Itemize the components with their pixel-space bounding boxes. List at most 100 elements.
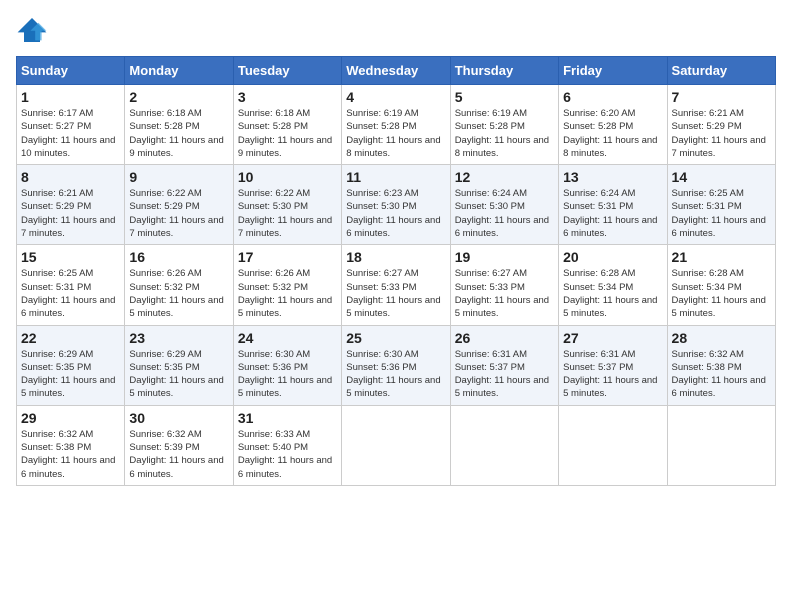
day-info: Sunrise: 6:32 AMSunset: 5:38 PMDaylight:… (672, 348, 771, 401)
weekday-header-row: SundayMondayTuesdayWednesdayThursdayFrid… (17, 57, 776, 85)
day-info: Sunrise: 6:25 AMSunset: 5:31 PMDaylight:… (21, 267, 120, 320)
day-number: 26 (455, 330, 554, 346)
weekday-header: Tuesday (233, 57, 341, 85)
calendar-cell (559, 405, 667, 485)
calendar-cell: 14 Sunrise: 6:25 AMSunset: 5:31 PMDayligh… (667, 165, 775, 245)
day-info: Sunrise: 6:29 AMSunset: 5:35 PMDaylight:… (21, 348, 120, 401)
day-number: 23 (129, 330, 228, 346)
day-info: Sunrise: 6:26 AMSunset: 5:32 PMDaylight:… (129, 267, 228, 320)
weekday-header: Wednesday (342, 57, 450, 85)
day-number: 28 (672, 330, 771, 346)
day-info: Sunrise: 6:30 AMSunset: 5:36 PMDaylight:… (238, 348, 337, 401)
calendar-week-row: 15 Sunrise: 6:25 AMSunset: 5:31 PMDayligh… (17, 245, 776, 325)
calendar-cell: 8 Sunrise: 6:21 AMSunset: 5:29 PMDaylight… (17, 165, 125, 245)
day-info: Sunrise: 6:20 AMSunset: 5:28 PMDaylight:… (563, 107, 662, 160)
day-number: 24 (238, 330, 337, 346)
day-number: 2 (129, 89, 228, 105)
calendar-cell: 18Sunrise: 6:27 AMSunset: 5:33 PMDayligh… (342, 245, 450, 325)
day-number: 1 (21, 89, 120, 105)
calendar-cell (342, 405, 450, 485)
day-number: 17 (238, 249, 337, 265)
calendar-cell: 29Sunrise: 6:32 AMSunset: 5:38 PMDayligh… (17, 405, 125, 485)
day-number: 19 (455, 249, 554, 265)
calendar-cell: 21 Sunrise: 6:28 AMSunset: 5:34 PMDayligh… (667, 245, 775, 325)
calendar-week-row: 29Sunrise: 6:32 AMSunset: 5:38 PMDayligh… (17, 405, 776, 485)
day-number: 14 (672, 169, 771, 185)
day-number: 12 (455, 169, 554, 185)
day-info: Sunrise: 6:28 AMSunset: 5:34 PMDaylight:… (672, 267, 771, 320)
day-number: 22 (21, 330, 120, 346)
weekday-header: Monday (125, 57, 233, 85)
day-info: Sunrise: 6:30 AMSunset: 5:36 PMDaylight:… (346, 348, 445, 401)
logo-icon (16, 16, 48, 44)
calendar-cell: 12 Sunrise: 6:24 AMSunset: 5:30 PMDayligh… (450, 165, 558, 245)
day-info: Sunrise: 6:27 AMSunset: 5:33 PMDaylight:… (455, 267, 554, 320)
day-info: Sunrise: 6:24 AMSunset: 5:31 PMDaylight:… (563, 187, 662, 240)
calendar-cell: 27 Sunrise: 6:31 AMSunset: 5:37 PMDayligh… (559, 325, 667, 405)
calendar-cell: 16 Sunrise: 6:26 AMSunset: 5:32 PMDayligh… (125, 245, 233, 325)
calendar-cell: 15 Sunrise: 6:25 AMSunset: 5:31 PMDayligh… (17, 245, 125, 325)
weekday-header: Friday (559, 57, 667, 85)
calendar-cell: 19 Sunrise: 6:27 AMSunset: 5:33 PMDayligh… (450, 245, 558, 325)
day-info: Sunrise: 6:22 AMSunset: 5:30 PMDaylight:… (238, 187, 337, 240)
day-number: 27 (563, 330, 662, 346)
day-info: Sunrise: 6:18 AMSunset: 5:28 PMDaylight:… (238, 107, 337, 160)
day-info: Sunrise: 6:21 AMSunset: 5:29 PMDaylight:… (21, 187, 120, 240)
calendar-cell: 4Sunrise: 6:19 AMSunset: 5:28 PMDaylight… (342, 85, 450, 165)
day-number: 30 (129, 410, 228, 426)
day-number: 16 (129, 249, 228, 265)
day-info: Sunrise: 6:19 AMSunset: 5:28 PMDaylight:… (455, 107, 554, 160)
day-info: Sunrise: 6:17 AMSunset: 5:27 PMDaylight:… (21, 107, 120, 160)
calendar-cell: 17 Sunrise: 6:26 AMSunset: 5:32 PMDayligh… (233, 245, 341, 325)
logo (16, 16, 52, 44)
calendar-cell: 23 Sunrise: 6:29 AMSunset: 5:35 PMDayligh… (125, 325, 233, 405)
day-number: 7 (672, 89, 771, 105)
calendar-week-row: 1 Sunrise: 6:17 AMSunset: 5:27 PMDaylight… (17, 85, 776, 165)
weekday-header: Saturday (667, 57, 775, 85)
day-info: Sunrise: 6:29 AMSunset: 5:35 PMDaylight:… (129, 348, 228, 401)
day-number: 21 (672, 249, 771, 265)
day-info: Sunrise: 6:32 AMSunset: 5:39 PMDaylight:… (129, 428, 228, 481)
day-number: 29 (21, 410, 120, 426)
calendar-week-row: 8 Sunrise: 6:21 AMSunset: 5:29 PMDaylight… (17, 165, 776, 245)
day-info: Sunrise: 6:33 AMSunset: 5:40 PMDaylight:… (238, 428, 337, 481)
day-number: 15 (21, 249, 120, 265)
day-number: 4 (346, 89, 445, 105)
weekday-header: Thursday (450, 57, 558, 85)
calendar-week-row: 22 Sunrise: 6:29 AMSunset: 5:35 PMDayligh… (17, 325, 776, 405)
day-number: 9 (129, 169, 228, 185)
day-number: 8 (21, 169, 120, 185)
calendar-cell: 26Sunrise: 6:31 AMSunset: 5:37 PMDayligh… (450, 325, 558, 405)
day-info: Sunrise: 6:22 AMSunset: 5:29 PMDaylight:… (129, 187, 228, 240)
day-number: 20 (563, 249, 662, 265)
day-number: 13 (563, 169, 662, 185)
calendar-cell: 31Sunrise: 6:33 AMSunset: 5:40 PMDayligh… (233, 405, 341, 485)
calendar-cell: 30 Sunrise: 6:32 AMSunset: 5:39 PMDayligh… (125, 405, 233, 485)
calendar-cell: 9 Sunrise: 6:22 AMSunset: 5:29 PMDaylight… (125, 165, 233, 245)
calendar-cell: 24 Sunrise: 6:30 AMSunset: 5:36 PMDayligh… (233, 325, 341, 405)
calendar-cell: 10 Sunrise: 6:22 AMSunset: 5:30 PMDayligh… (233, 165, 341, 245)
calendar-cell: 5 Sunrise: 6:19 AMSunset: 5:28 PMDaylight… (450, 85, 558, 165)
calendar-cell: 22 Sunrise: 6:29 AMSunset: 5:35 PMDayligh… (17, 325, 125, 405)
calendar-cell: 1 Sunrise: 6:17 AMSunset: 5:27 PMDaylight… (17, 85, 125, 165)
day-number: 5 (455, 89, 554, 105)
calendar-cell: 20Sunrise: 6:28 AMSunset: 5:34 PMDayligh… (559, 245, 667, 325)
day-number: 3 (238, 89, 337, 105)
calendar-cell (450, 405, 558, 485)
weekday-header: Sunday (17, 57, 125, 85)
day-info: Sunrise: 6:27 AMSunset: 5:33 PMDaylight:… (346, 267, 445, 320)
day-info: Sunrise: 6:31 AMSunset: 5:37 PMDaylight:… (563, 348, 662, 401)
day-number: 25 (346, 330, 445, 346)
calendar-cell: 25 Sunrise: 6:30 AMSunset: 5:36 PMDayligh… (342, 325, 450, 405)
day-number: 10 (238, 169, 337, 185)
calendar-table: SundayMondayTuesdayWednesdayThursdayFrid… (16, 56, 776, 486)
day-number: 11 (346, 169, 445, 185)
day-info: Sunrise: 6:26 AMSunset: 5:32 PMDaylight:… (238, 267, 337, 320)
day-info: Sunrise: 6:18 AMSunset: 5:28 PMDaylight:… (129, 107, 228, 160)
calendar-cell: 2 Sunrise: 6:18 AMSunset: 5:28 PMDaylight… (125, 85, 233, 165)
day-info: Sunrise: 6:23 AMSunset: 5:30 PMDaylight:… (346, 187, 445, 240)
calendar-cell: 11 Sunrise: 6:23 AMSunset: 5:30 PMDayligh… (342, 165, 450, 245)
day-info: Sunrise: 6:24 AMSunset: 5:30 PMDaylight:… (455, 187, 554, 240)
calendar-cell (667, 405, 775, 485)
day-info: Sunrise: 6:25 AMSunset: 5:31 PMDaylight:… (672, 187, 771, 240)
